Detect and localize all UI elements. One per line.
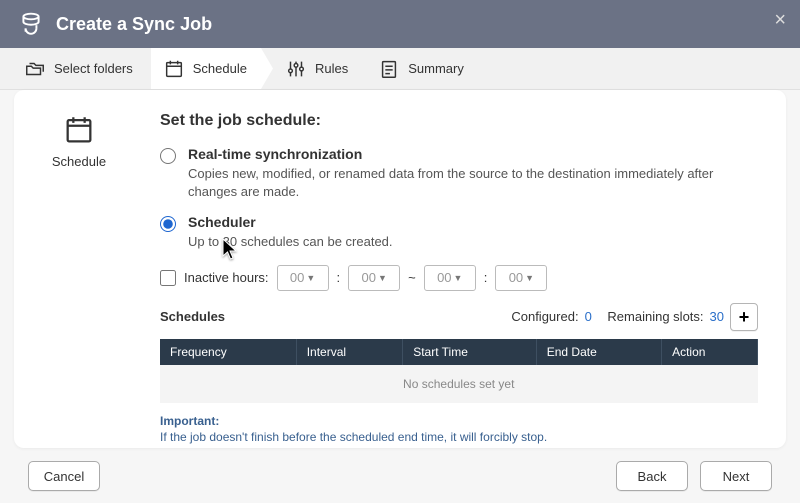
side-label: Schedule bbox=[52, 154, 106, 169]
checkbox-inactive-hours[interactable] bbox=[160, 270, 176, 286]
configured-label: Configured: bbox=[511, 309, 578, 324]
main-panel: Schedule Set the job schedule: Real-time… bbox=[14, 90, 786, 448]
time-mm-start[interactable]: 00▼ bbox=[348, 265, 400, 291]
remaining-label: Remaining slots: bbox=[607, 309, 703, 324]
sync-icon bbox=[18, 10, 44, 39]
option-scheduler[interactable]: Scheduler Up to 30 schedules can be crea… bbox=[160, 214, 758, 251]
modal-title: Create a Sync Job bbox=[56, 14, 212, 35]
option-title: Real-time synchronization bbox=[188, 146, 758, 162]
modal-footer: Cancel Back Next bbox=[0, 449, 800, 503]
step-schedule[interactable]: Schedule bbox=[151, 48, 273, 89]
option-realtime[interactable]: Real-time synchronization Copies new, mo… bbox=[160, 146, 758, 200]
option-desc: Copies new, modified, or renamed data fr… bbox=[188, 165, 758, 200]
side-panel: Schedule bbox=[14, 90, 144, 448]
time-hh-start[interactable]: 00▼ bbox=[277, 265, 329, 291]
range-sep: ~ bbox=[408, 270, 416, 285]
next-button[interactable]: Next bbox=[700, 461, 772, 491]
close-icon[interactable]: × bbox=[774, 10, 786, 30]
summary-icon bbox=[378, 58, 400, 80]
colon: : bbox=[337, 270, 341, 285]
chevron-down-icon: ▼ bbox=[525, 273, 534, 283]
content-panel: Set the job schedule: Real-time synchron… bbox=[144, 90, 786, 448]
modal-header: Create a Sync Job × bbox=[0, 0, 800, 48]
important-note: Important: If the job doesn't finish bef… bbox=[160, 413, 758, 447]
back-button[interactable]: Back bbox=[616, 461, 688, 491]
step-select-folders[interactable]: Select folders bbox=[12, 48, 151, 89]
option-title: Scheduler bbox=[188, 214, 393, 230]
colon: : bbox=[484, 270, 488, 285]
step-label: Schedule bbox=[193, 61, 247, 76]
folders-icon bbox=[24, 58, 46, 80]
chevron-down-icon: ▼ bbox=[306, 273, 315, 283]
remaining-value: 30 bbox=[710, 309, 724, 324]
wizard-steps: Select folders Schedule Rules Summary bbox=[0, 48, 800, 90]
inactive-hours-row: Inactive hours: 00▼ : 00▼ ~ 00▼ : 00▼ bbox=[160, 265, 758, 291]
step-summary[interactable]: Summary bbox=[366, 48, 482, 89]
col-frequency: Frequency bbox=[160, 339, 296, 365]
time-hh-end[interactable]: 00▼ bbox=[424, 265, 476, 291]
step-label: Summary bbox=[408, 61, 464, 76]
calendar-icon bbox=[163, 58, 185, 80]
option-desc: Up to 30 schedules can be created. bbox=[188, 233, 393, 251]
add-schedule-button[interactable]: + bbox=[730, 303, 758, 331]
step-label: Select folders bbox=[54, 61, 133, 76]
sliders-icon bbox=[285, 58, 307, 80]
time-mm-end[interactable]: 00▼ bbox=[495, 265, 547, 291]
schedules-header: Schedules Configured: 0 Remaining slots:… bbox=[160, 303, 758, 331]
schedules-table: Frequency Interval Start Time End Date A… bbox=[160, 339, 758, 403]
cancel-button[interactable]: Cancel bbox=[28, 461, 100, 491]
col-start-time: Start Time bbox=[403, 339, 537, 365]
radio-realtime[interactable] bbox=[160, 148, 176, 164]
step-rules[interactable]: Rules bbox=[273, 48, 366, 89]
note-body: If the job doesn't finish before the sch… bbox=[160, 429, 758, 446]
chevron-down-icon: ▼ bbox=[378, 273, 387, 283]
calendar-icon bbox=[61, 112, 97, 148]
table-row-empty: No schedules set yet bbox=[160, 365, 758, 403]
col-action: Action bbox=[662, 339, 758, 365]
section-heading: Set the job schedule: bbox=[160, 112, 758, 130]
step-label: Rules bbox=[315, 61, 348, 76]
schedules-title: Schedules bbox=[160, 309, 225, 324]
note-title: Important: bbox=[160, 413, 758, 430]
empty-message: No schedules set yet bbox=[160, 365, 758, 403]
chevron-down-icon: ▼ bbox=[454, 273, 463, 283]
col-end-date: End Date bbox=[536, 339, 661, 365]
inactive-hours-label: Inactive hours: bbox=[184, 270, 269, 285]
col-interval: Interval bbox=[296, 339, 402, 365]
configured-value: 0 bbox=[585, 309, 592, 324]
radio-scheduler[interactable] bbox=[160, 216, 176, 232]
